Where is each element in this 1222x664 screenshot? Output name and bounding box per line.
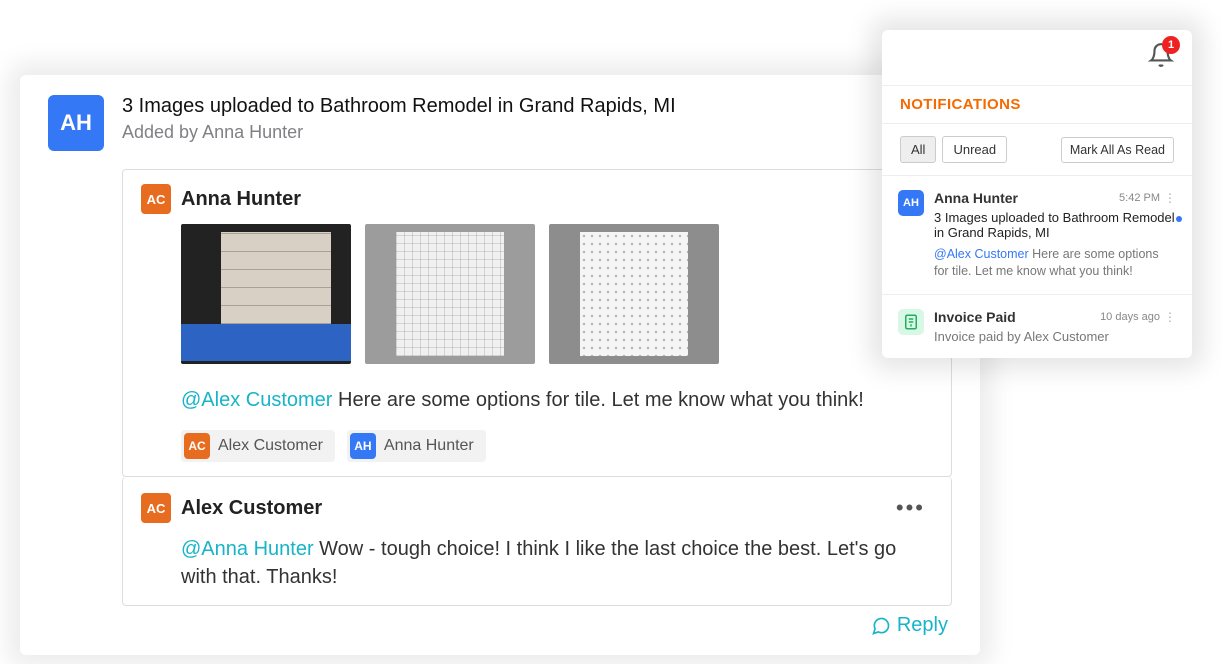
reply-icon <box>871 616 891 636</box>
mention[interactable]: @Alex Customer <box>181 389 332 411</box>
post-content: @Anna Hunter Wow - tough choice! I think… <box>123 535 951 605</box>
notifications-topbar: 1 <box>882 30 1192 86</box>
post-header: AC Alex Customer ••• <box>123 477 951 535</box>
mention: @Alex Customer <box>934 247 1029 261</box>
filter-unread-button[interactable]: Unread <box>942 136 1007 163</box>
tag-chip[interactable]: AH Anna Hunter <box>347 430 486 462</box>
notification-avatar: AH <box>898 190 924 216</box>
filter-all-button[interactable]: All <box>900 136 936 163</box>
notification-subtext: @Alex Customer Here are some options for… <box>934 246 1176 280</box>
notification-body: Anna Hunter 5:42 PM ⋮ 3 Images uploaded … <box>934 190 1176 280</box>
notification-headline: Invoice paid by Alex Customer <box>934 329 1176 344</box>
notification-time: 5:42 PM ⋮ <box>1119 192 1176 204</box>
notification-headline-text: Invoice paid by Alex Customer <box>934 329 1109 344</box>
post-author-name: Alex Customer <box>181 497 322 520</box>
thread-subtitle: Added by Anna Hunter <box>122 122 676 143</box>
notification-item[interactable]: Invoice Paid 10 days ago ⋮ Invoice paid … <box>882 295 1192 358</box>
thread-title-block: 3 Images uploaded to Bathroom Remodel in… <box>122 95 676 143</box>
thread-header: AH 3 Images uploaded to Bathroom Remodel… <box>48 95 952 151</box>
notification-time-text: 10 days ago <box>1100 311 1160 323</box>
receipt-icon <box>902 313 920 331</box>
reply-label: Reply <box>897 614 948 637</box>
post-author-row: AC Anna Hunter <box>141 184 301 214</box>
post-avatar: AC <box>141 493 171 523</box>
post-content: @Alex Customer Here are some options for… <box>123 224 951 476</box>
thread-title: 3 Images uploaded to Bathroom Remodel in… <box>122 95 676 118</box>
post-text-body: Here are some options for tile. Let me k… <box>332 389 863 411</box>
notification-head: Invoice Paid 10 days ago ⋮ <box>934 309 1176 325</box>
notification-item[interactable]: AH Anna Hunter 5:42 PM ⋮ 3 Images upload… <box>882 176 1192 295</box>
thread-body: AC Anna Hunter @Alex Customer Here are s… <box>122 169 952 647</box>
notification-name: Anna Hunter <box>934 190 1018 206</box>
tag-avatar: AC <box>184 433 210 459</box>
post-author-row: AC Alex Customer <box>141 493 322 523</box>
tag-label: Alex Customer <box>218 437 323 455</box>
notification-headline-text: 3 Images uploaded to Bathroom Remodel in… <box>934 210 1175 240</box>
post-image-thumbnail[interactable] <box>365 224 535 364</box>
thread-avatar: AH <box>48 95 104 151</box>
reply-bar: Reply <box>122 606 952 647</box>
bell-button[interactable]: 1 <box>1148 42 1174 73</box>
unread-dot-icon <box>1176 216 1182 222</box>
mention[interactable]: @Anna Hunter <box>181 538 314 560</box>
tag-label: Anna Hunter <box>384 437 474 455</box>
tag-row: AC Alex Customer AH Anna Hunter <box>181 430 933 462</box>
bell-badge: 1 <box>1162 36 1180 54</box>
mark-all-read-button[interactable]: Mark All As Read <box>1061 137 1174 163</box>
notification-body: Invoice Paid 10 days ago ⋮ Invoice paid … <box>934 309 1176 344</box>
notification-menu-icon[interactable]: ⋮ <box>1164 311 1176 323</box>
notification-time-text: 5:42 PM <box>1119 192 1160 204</box>
post-image-row <box>181 224 933 364</box>
notification-headline: 3 Images uploaded to Bathroom Remodel in… <box>934 210 1176 240</box>
notifications-title: NOTIFICATIONS <box>900 96 1174 113</box>
thread-card: AH 3 Images uploaded to Bathroom Remodel… <box>20 75 980 655</box>
notifications-title-row: NOTIFICATIONS <box>882 86 1192 124</box>
notifications-panel: 1 NOTIFICATIONS All Unread Mark All As R… <box>882 30 1192 358</box>
reply-button[interactable]: Reply <box>871 614 948 637</box>
filter-group: All Unread <box>900 136 1007 163</box>
post-card: AC Alex Customer ••• @Anna Hunter Wow - … <box>122 477 952 606</box>
post-text: @Anna Hunter Wow - tough choice! I think… <box>181 535 933 591</box>
invoice-icon <box>898 309 924 335</box>
notification-head: Anna Hunter 5:42 PM ⋮ <box>934 190 1176 206</box>
post-card: AC Anna Hunter @Alex Customer Here are s… <box>122 169 952 477</box>
post-text: @Alex Customer Here are some options for… <box>181 386 933 414</box>
notification-time: 10 days ago ⋮ <box>1100 311 1176 323</box>
post-header: AC Anna Hunter <box>123 170 951 224</box>
notification-name: Invoice Paid <box>934 309 1016 325</box>
post-avatar: AC <box>141 184 171 214</box>
post-image-thumbnail[interactable] <box>181 224 351 364</box>
more-icon[interactable]: ••• <box>888 491 933 525</box>
tag-avatar: AH <box>350 433 376 459</box>
post-image-thumbnail[interactable] <box>549 224 719 364</box>
notification-menu-icon[interactable]: ⋮ <box>1164 192 1176 204</box>
tag-chip[interactable]: AC Alex Customer <box>181 430 335 462</box>
post-author-name: Anna Hunter <box>181 188 301 211</box>
notifications-filter-row: All Unread Mark All As Read <box>882 124 1192 176</box>
